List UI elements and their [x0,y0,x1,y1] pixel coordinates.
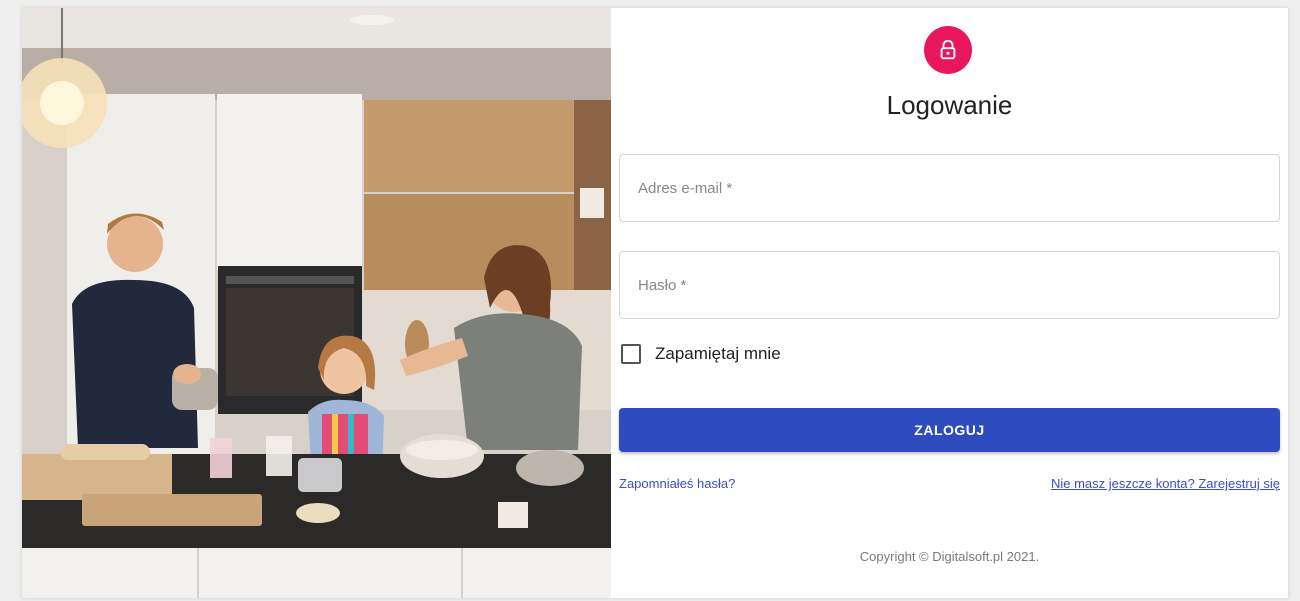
hero-photo [22,8,611,598]
password-field[interactable] [619,251,1280,319]
copyright-text: Copyright © Digitalsoft.pl 2021. [859,549,1040,564]
login-button[interactable]: ZALOGUJ [619,408,1280,452]
kitchen-family-illustration [22,8,611,598]
forgot-password-link[interactable]: Zapomniałeś hasła? [619,476,735,491]
login-panel: Logowanie Zapamiętaj mnie ZALOGUJ Zapomn… [611,8,1288,598]
register-link[interactable]: Nie masz jeszcze konta? Zarejestruj się [1051,476,1280,491]
page-title: Logowanie [886,90,1013,120]
lock-icon [924,26,972,74]
login-page: Logowanie Zapamiętaj mnie ZALOGUJ Zapomn… [22,8,1288,598]
remember-me-label: Zapamiętaj mnie [655,344,781,363]
remember-me-option[interactable]: Zapamiętaj mnie [621,344,781,364]
email-field[interactable] [619,154,1280,222]
remember-me-checkbox[interactable] [621,344,641,364]
